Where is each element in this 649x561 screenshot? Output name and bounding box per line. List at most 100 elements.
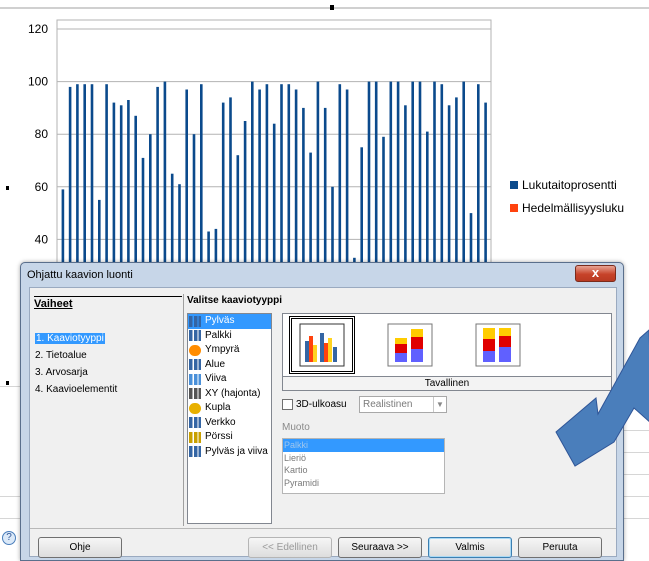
bar-34 bbox=[309, 152, 312, 275]
sheet-grid-line bbox=[624, 386, 649, 387]
bar-52 bbox=[440, 84, 444, 275]
y-tick-label: 100 bbox=[28, 75, 48, 89]
button-separator bbox=[30, 528, 616, 529]
chart-type-label: Alue bbox=[205, 358, 226, 370]
variant-percent-stacked[interactable] bbox=[465, 316, 531, 374]
chevron-down-icon: ▼ bbox=[433, 397, 446, 412]
legend-label-0: Lukutaitoprosentti bbox=[522, 178, 617, 192]
chart-type-area-chart[interactable]: Alue bbox=[188, 358, 271, 373]
chart-type-bubble-chart[interactable]: Kupla bbox=[188, 401, 271, 416]
bar-9 bbox=[127, 100, 130, 275]
y-tick-label: 120 bbox=[28, 22, 48, 36]
bar-43 bbox=[374, 81, 378, 275]
bar-42 bbox=[367, 81, 371, 275]
sheet-grid-line bbox=[624, 430, 649, 431]
chart-type-bar-chart[interactable]: Palkki bbox=[188, 329, 271, 344]
steps-divider bbox=[34, 296, 182, 297]
chart-type-column-line-chart[interactable]: Pylväs ja viiva bbox=[188, 445, 271, 460]
variant-stacked[interactable] bbox=[377, 316, 443, 374]
3d-scheme-select[interactable]: Realistinen ▼ bbox=[359, 396, 447, 413]
bar-30 bbox=[280, 84, 283, 275]
next-button[interactable]: Seuraava >> bbox=[338, 537, 422, 558]
sheet-grid-line bbox=[0, 386, 20, 387]
bar-17 bbox=[185, 89, 188, 275]
line-chart-icon bbox=[189, 373, 201, 385]
shape-list[interactable]: Palkki Lieriö Kartio Pyramidi bbox=[282, 438, 445, 494]
help-button[interactable]: Ohje bbox=[38, 537, 122, 558]
bar-53 bbox=[447, 105, 451, 275]
previous-button[interactable]: << Edellinen bbox=[248, 537, 332, 558]
step-data-range[interactable]: 2. Tietoalue bbox=[34, 347, 182, 364]
chart-type-net-chart[interactable]: Verkko bbox=[188, 416, 271, 431]
help-circle-icon[interactable]: ? bbox=[2, 531, 16, 545]
bubble-chart-icon bbox=[189, 402, 201, 414]
bar-57 bbox=[477, 84, 480, 275]
dialog-titlebar[interactable]: Ohjattu kaavion luonti x bbox=[21, 263, 623, 287]
bar-45 bbox=[389, 81, 393, 275]
shape-item-cylinder[interactable]: Lieriö bbox=[283, 452, 444, 465]
chart-type-column-chart[interactable]: Pylväs bbox=[188, 314, 271, 329]
finish-button[interactable]: Valmis bbox=[428, 537, 512, 558]
bar-31 bbox=[287, 84, 291, 275]
3d-checkbox[interactable] bbox=[282, 399, 293, 410]
chart-type-label: Palkki bbox=[205, 329, 232, 341]
bar-48 bbox=[411, 81, 414, 275]
chart-wizard-dialog: Ohjattu kaavion luonti x Vaiheet 1. Kaav… bbox=[20, 262, 624, 561]
bar-3 bbox=[83, 84, 86, 275]
sheet-grid-line bbox=[624, 496, 649, 497]
bar-2 bbox=[76, 84, 79, 275]
close-button[interactable]: x bbox=[575, 265, 616, 282]
steps-list: 1. Kaaviotyyppi 2. Tietoalue 3. Arvosarj… bbox=[34, 330, 182, 398]
column-line-chart-icon bbox=[189, 446, 201, 458]
chart-type-label: Pörssi bbox=[205, 431, 233, 443]
shape-item-box[interactable]: Palkki bbox=[283, 439, 444, 452]
chart-type-list[interactable]: Pylväs Palkki Ympyrä Alue Viiva XY (hajonta) K… bbox=[187, 313, 272, 524]
3d-option[interactable]: 3D-ulkoasu bbox=[282, 399, 347, 410]
chart-variant-panel: Tavallinen bbox=[282, 313, 612, 391]
dialog-body: Vaiheet 1. Kaaviotyyppi 2. Tietoalue 3. … bbox=[29, 287, 617, 558]
bar-4 bbox=[90, 84, 94, 275]
step-data-series[interactable]: 3. Arvosarja bbox=[34, 364, 182, 381]
bar-26 bbox=[251, 81, 254, 275]
chart-type-scatter-chart[interactable]: XY (hajonta) bbox=[188, 387, 271, 402]
bar-47 bbox=[404, 105, 407, 275]
bar-7 bbox=[112, 102, 116, 275]
pie-chart-icon bbox=[189, 344, 201, 356]
sheet-grid-line bbox=[624, 452, 649, 453]
chart-type-label: Viiva bbox=[205, 373, 227, 385]
variant-label: Tavallinen bbox=[283, 376, 611, 390]
bar-chart-icon bbox=[189, 330, 201, 342]
bar-32 bbox=[294, 89, 298, 275]
close-icon: x bbox=[591, 265, 600, 280]
selection-handle bbox=[6, 381, 9, 385]
bar-49 bbox=[418, 81, 422, 275]
chart-type-label: Kupla bbox=[205, 402, 231, 414]
chart-type-stock-chart[interactable]: Pörssi bbox=[188, 430, 271, 445]
chart-type-pie-chart[interactable]: Ympyrä bbox=[188, 343, 271, 358]
shape-item-pyramid[interactable]: Pyramidi bbox=[283, 477, 444, 490]
legend-swatch-0 bbox=[510, 181, 518, 189]
3d-checkbox-label: 3D-ulkoasu bbox=[296, 399, 347, 410]
column-chart-icon bbox=[189, 315, 201, 327]
variant-normal[interactable] bbox=[289, 316, 355, 374]
bar-6 bbox=[105, 84, 108, 275]
bar-15 bbox=[170, 173, 174, 275]
bar-39 bbox=[345, 89, 349, 275]
chart-type-label: XY (hajonta) bbox=[205, 387, 261, 399]
chart-type-line-chart[interactable]: Viiva bbox=[188, 372, 271, 387]
step-chart-elements[interactable]: 4. Kaavioelementit bbox=[34, 381, 182, 398]
bar-55 bbox=[462, 81, 465, 275]
bar-13 bbox=[156, 86, 159, 276]
bar-27 bbox=[258, 89, 261, 275]
step-chart-type[interactable]: 1. Kaaviotyyppi bbox=[34, 330, 182, 347]
chart-type-label: Verkko bbox=[205, 416, 236, 428]
selection-handle bbox=[330, 5, 334, 10]
shape-item-cone[interactable]: Kartio bbox=[283, 464, 444, 477]
legend: Lukutaitoprosentti Hedelmällisyysluku bbox=[510, 178, 624, 215]
normal-column-icon bbox=[299, 323, 345, 367]
area-chart-icon bbox=[189, 359, 201, 371]
vertical-separator bbox=[183, 294, 184, 526]
bar-58 bbox=[484, 102, 487, 275]
cancel-button[interactable]: Peruuta bbox=[518, 537, 602, 558]
bar-29 bbox=[272, 123, 276, 275]
